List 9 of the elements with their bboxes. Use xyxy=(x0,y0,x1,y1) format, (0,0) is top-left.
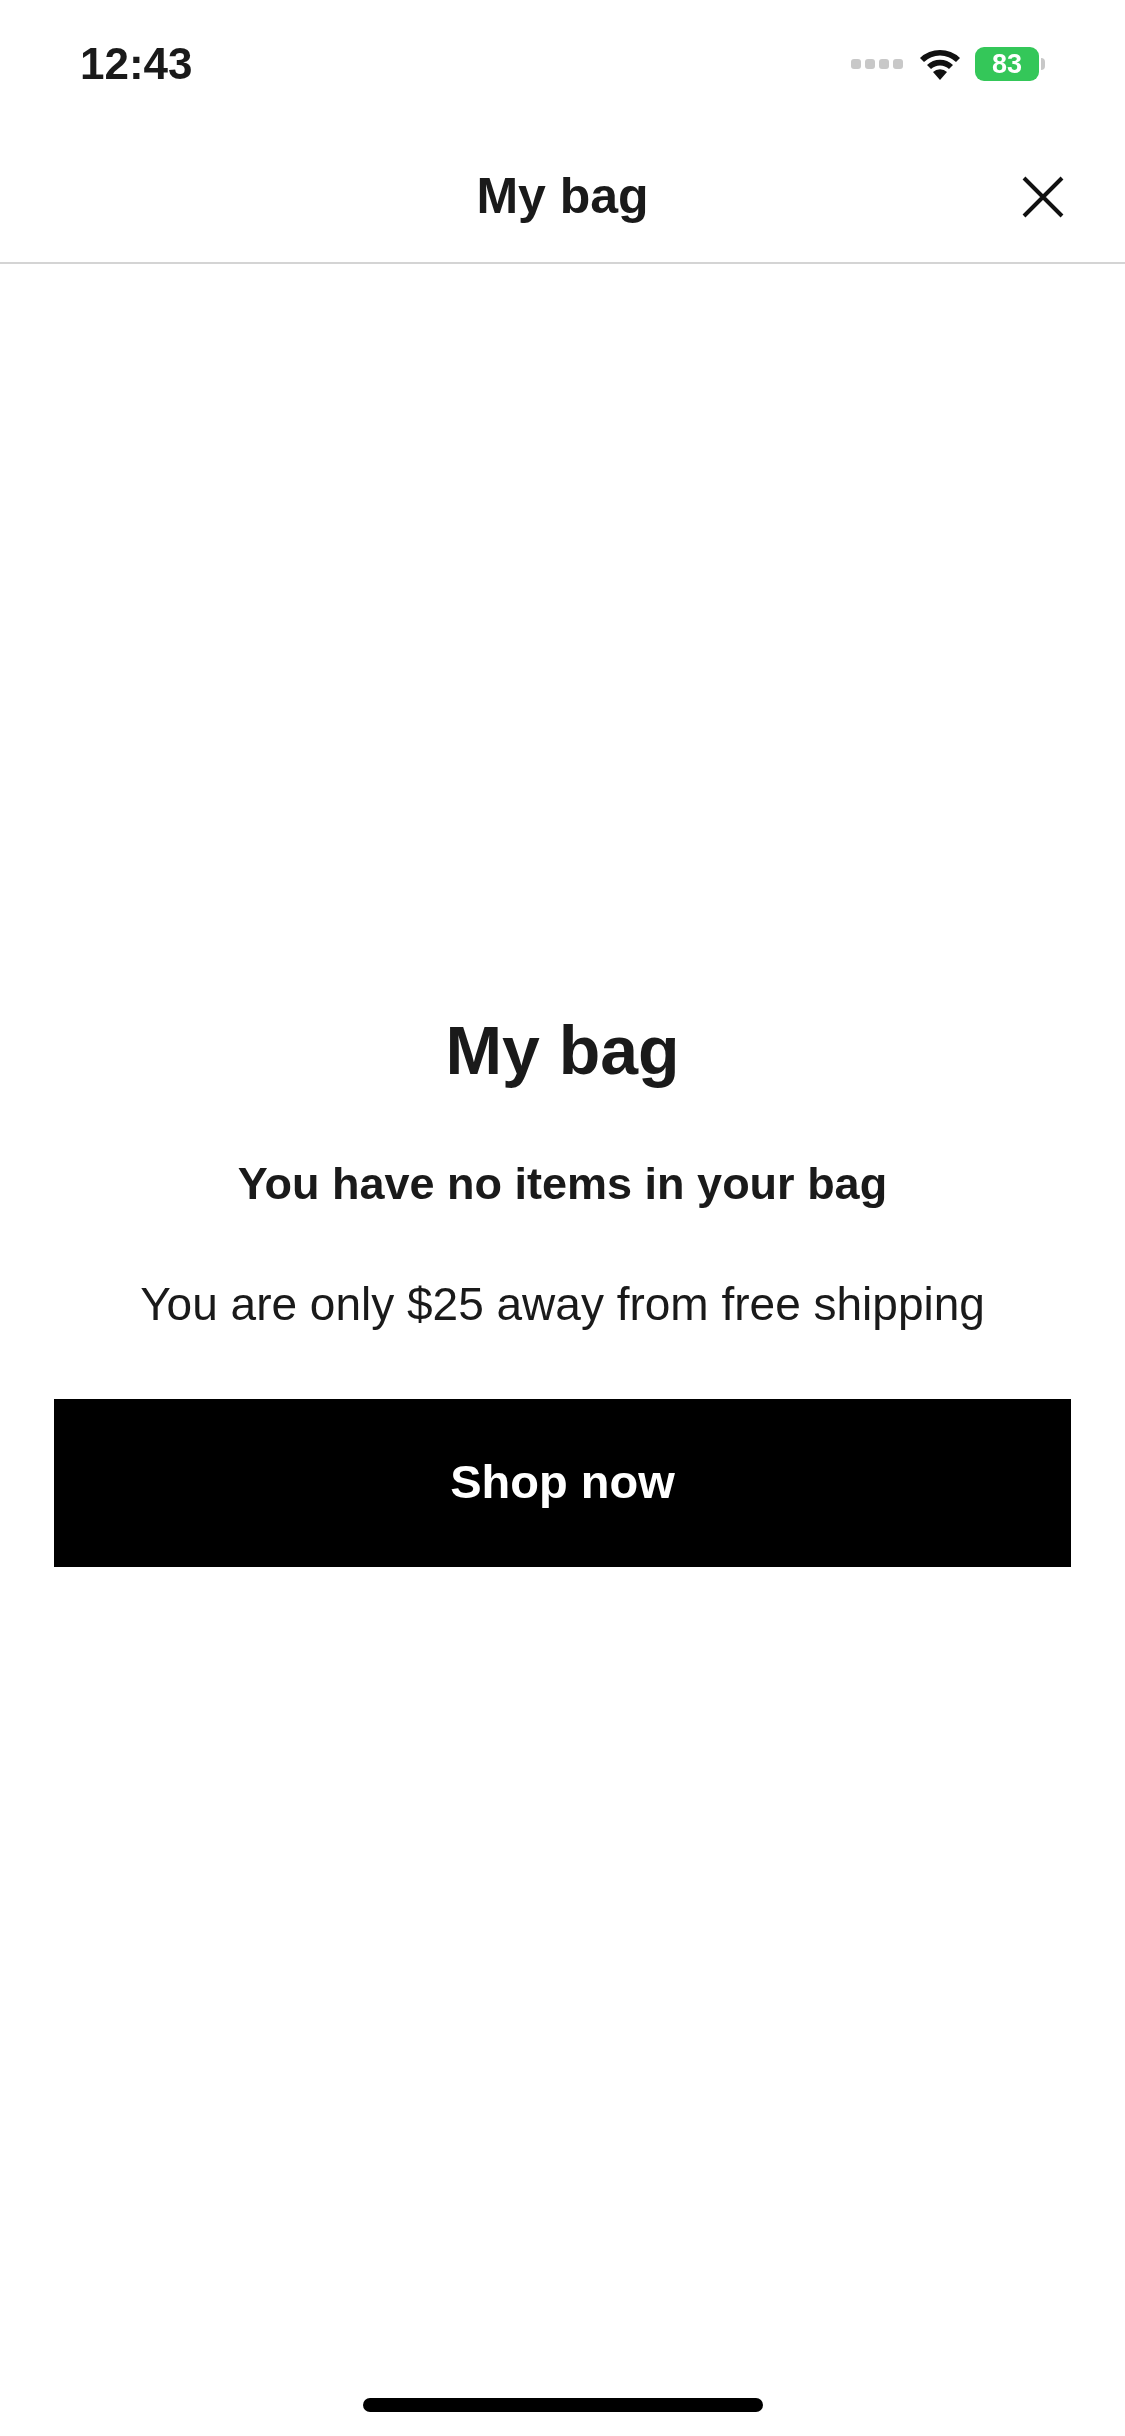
battery-level: 83 xyxy=(991,50,1022,78)
wifi-icon xyxy=(919,48,961,80)
shop-now-button[interactable]: Shop now xyxy=(54,1398,1071,1567)
status-time: 12:43 xyxy=(80,38,193,90)
close-icon xyxy=(1022,176,1064,218)
empty-bag-message: You have no items in your bag xyxy=(237,1157,888,1211)
header-title: My bag xyxy=(476,166,649,226)
signal-icon xyxy=(851,59,905,69)
free-shipping-note: You are only $25 away from free shipping xyxy=(140,1276,985,1332)
